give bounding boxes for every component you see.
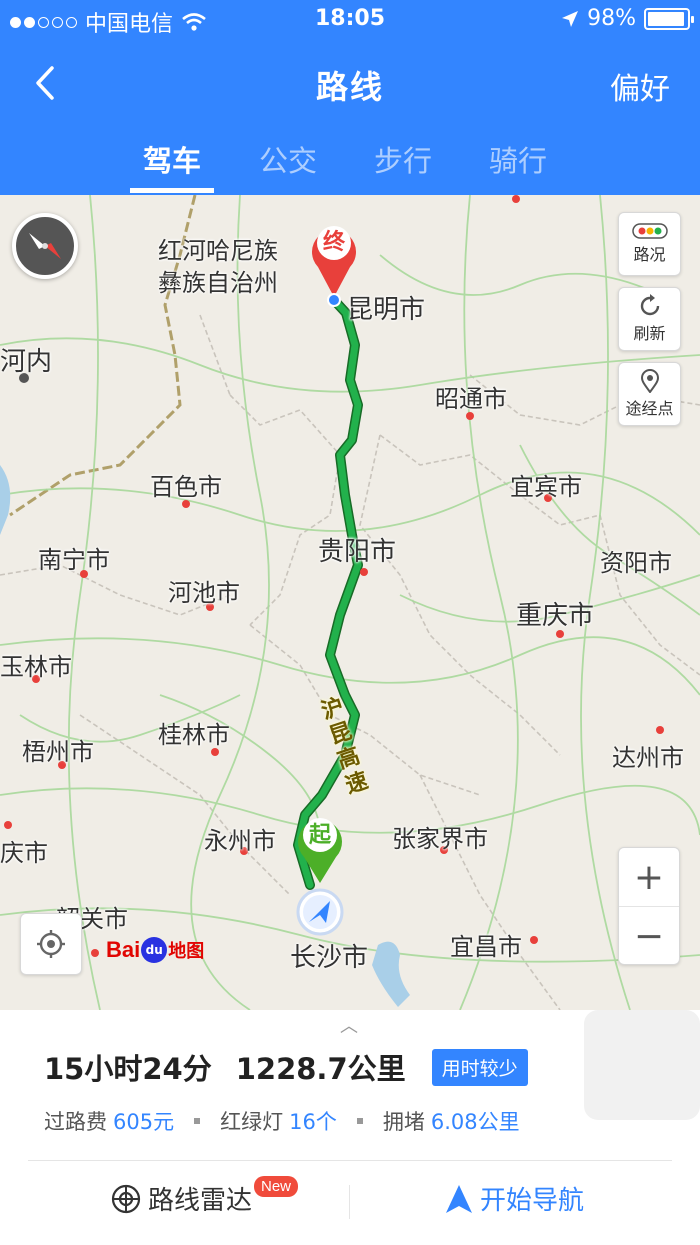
- location-arrow-icon: [562, 10, 579, 27]
- waypoint-label: 途经点: [625, 399, 674, 418]
- traffic-light-icon: [631, 223, 668, 239]
- separator-dot: [194, 1118, 201, 1124]
- end-marker-label: 终: [322, 230, 345, 255]
- compass-button[interactable]: [12, 213, 78, 279]
- lights-value: 16个: [289, 1110, 337, 1134]
- route-duration: 15小时24分: [44, 1052, 212, 1086]
- city-label: 资阳市: [600, 549, 672, 577]
- city-label: 达州市: [612, 744, 684, 772]
- zoom-control: + −: [618, 847, 680, 965]
- page-title: 路线: [315, 68, 384, 106]
- start-navigation-button[interactable]: 开始导航: [444, 1180, 584, 1217]
- panel-divider: [28, 1160, 672, 1161]
- route-radar-button[interactable]: 路线雷达: [110, 1180, 252, 1217]
- route-summary[interactable]: 15小时24分 1228.7公里 用时较少: [44, 1046, 528, 1088]
- route-tag-badge: 用时较少: [431, 1048, 528, 1086]
- city-label: 百色市: [150, 473, 222, 501]
- city-label: 昆明市: [347, 295, 426, 325]
- route-distance: 1228.7公里: [235, 1052, 406, 1086]
- city-label: 红河哈尼族: [158, 237, 278, 265]
- separator-dot: [356, 1118, 363, 1124]
- preference-button[interactable]: 偏好: [610, 64, 670, 108]
- status-bar: 中国电信 18:05 98%: [0, 0, 700, 40]
- city-label: 河内: [0, 347, 53, 377]
- map-view[interactable]: 终 起 沪昆高速 红河哈尼族 彝族自治州 昆明市 河内 昭通市 百色市 宜宾市 …: [0, 195, 700, 1010]
- zoom-in-button[interactable]: +: [619, 848, 679, 907]
- city-label: 永州市: [204, 827, 276, 855]
- waypoint-button[interactable]: 途经点: [618, 362, 681, 426]
- start-navigation-label: 开始导航: [480, 1186, 585, 1216]
- city-label: 昭通市: [435, 385, 507, 413]
- congestion-label: 拥堵: [382, 1110, 425, 1134]
- compass-icon: [29, 233, 61, 259]
- location-pin-icon: [640, 369, 659, 393]
- navigation-arrow-icon: [446, 1184, 472, 1213]
- traffic-label: 路况: [633, 245, 666, 264]
- radar-icon: [111, 1184, 141, 1213]
- city-label: 长沙市: [290, 943, 369, 973]
- tab-transit[interactable]: 公交: [243, 138, 333, 180]
- nav-bar: 路线 偏好: [0, 48, 700, 118]
- crosshair-icon: [37, 930, 65, 958]
- tab-bike[interactable]: 骑行: [473, 138, 563, 180]
- city-label: 重庆市: [516, 601, 595, 631]
- city-label: 玉林市: [0, 653, 72, 681]
- city-label: 张家界市: [392, 825, 488, 853]
- route-details: 过路费 605元 红绿灯 16个 拥堵 6.08公里: [44, 1106, 520, 1136]
- start-marker-label: 起: [308, 823, 331, 848]
- traffic-button[interactable]: 路况: [618, 212, 681, 276]
- city-label: 宜昌市: [450, 933, 522, 961]
- transport-tabs: 驾车 公交 步行 骑行: [0, 130, 700, 195]
- toll-label: 过路费: [44, 1110, 107, 1134]
- refresh-icon: [640, 294, 659, 316]
- city-label: 南宁市: [38, 546, 110, 574]
- city-label: 梧州市: [22, 738, 94, 766]
- route-panel: ︿ 15小时24分 1228.7公里 用时较少 过路费 605元 红绿灯 16个…: [0, 1010, 700, 1245]
- locate-button[interactable]: [20, 913, 82, 975]
- refresh-button[interactable]: 刷新: [618, 287, 681, 351]
- city-label: 庆市: [0, 839, 48, 867]
- current-location-icon: [296, 888, 344, 936]
- zoom-out-button[interactable]: −: [619, 907, 679, 966]
- city-label: 贵阳市: [318, 537, 397, 567]
- tab-walk[interactable]: 步行: [358, 138, 448, 180]
- new-badge: New: [254, 1176, 299, 1197]
- floating-button-shadow: [584, 1010, 700, 1120]
- baidu-map-logo: Bai du 地图: [106, 937, 205, 963]
- toll-value: 605元: [113, 1110, 175, 1134]
- action-divider: [349, 1185, 350, 1219]
- status-right: 98%: [561, 6, 694, 31]
- city-label: 河池市: [168, 579, 240, 607]
- congestion-value: 6.08公里: [430, 1110, 520, 1134]
- refresh-label: 刷新: [633, 324, 666, 343]
- city-label: 彝族自治州: [158, 269, 278, 297]
- app-root: 中国电信 18:05 98% 路线 偏好 驾车 公交 步行 骑行 终 起 沪昆高…: [0, 0, 700, 1245]
- chevron-up-icon[interactable]: ︿: [340, 1012, 358, 1038]
- city-label: 宜宾市: [510, 473, 582, 501]
- tab-drive[interactable]: 驾车: [127, 138, 217, 180]
- route-radar-label: 路线雷达: [148, 1186, 253, 1216]
- battery-percent: 98%: [587, 6, 636, 31]
- lights-label: 红绿灯: [220, 1110, 284, 1134]
- battery-icon: [644, 7, 694, 30]
- city-label: 桂林市: [158, 721, 230, 749]
- tab-active-indicator: [130, 188, 214, 193]
- header: 中国电信 18:05 98% 路线 偏好 驾车 公交 步行 骑行: [0, 0, 700, 195]
